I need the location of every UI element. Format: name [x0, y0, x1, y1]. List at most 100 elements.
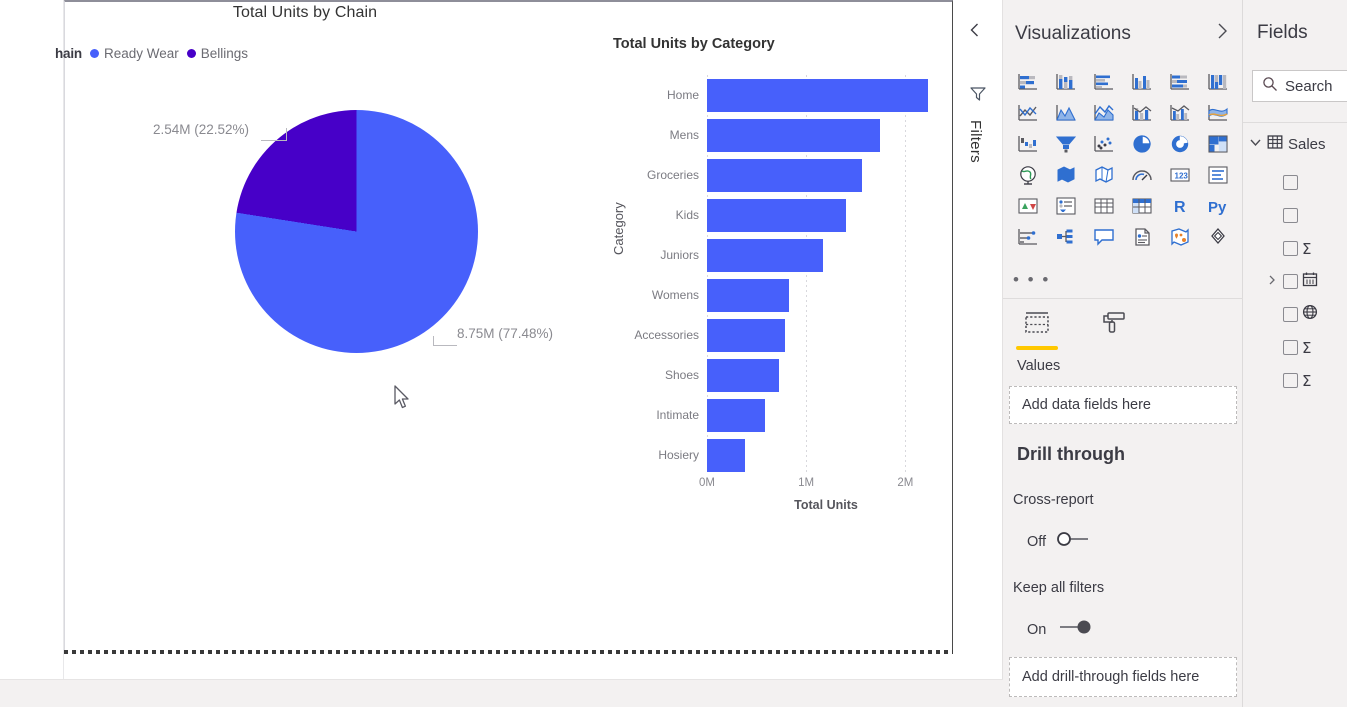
- bar-row[interactable]: Kids: [615, 195, 945, 235]
- visual-total-units-by-category[interactable]: Total Units by Category Category Home Men…: [545, 30, 955, 540]
- field-checkbox[interactable]: [1283, 274, 1298, 289]
- legend-item-bellings[interactable]: Bellings: [186, 46, 248, 61]
- card-icon[interactable]: 123: [1161, 159, 1199, 190]
- shape-map-icon[interactable]: [1085, 159, 1123, 190]
- field-list-item[interactable]: [1269, 265, 1347, 298]
- bar-fill[interactable]: [707, 199, 846, 232]
- clustered-bar-chart-icon[interactable]: [1085, 66, 1123, 97]
- filled-map-icon[interactable]: [1047, 159, 1085, 190]
- bar-fill[interactable]: [707, 319, 786, 352]
- 100-percent-stacked-bar-chart-icon[interactable]: [1161, 66, 1199, 97]
- funnel-chart-icon[interactable]: [1047, 128, 1085, 159]
- stacked-bar-chart-icon[interactable]: [1009, 66, 1047, 97]
- field-checkbox[interactable]: [1283, 340, 1298, 355]
- get-more-visuals-icon[interactable]: [1199, 221, 1237, 252]
- treemap-icon[interactable]: [1199, 128, 1237, 159]
- visualization-property-tabs[interactable]: [1009, 310, 1143, 350]
- bar-fill[interactable]: [707, 239, 824, 272]
- ribbon-chart-icon[interactable]: [1199, 97, 1237, 128]
- bar-row[interactable]: Hosiery: [615, 435, 945, 475]
- bar-row[interactable]: Accessories: [615, 315, 945, 355]
- bar-row[interactable]: Juniors: [615, 235, 945, 275]
- pie-chart-icon[interactable]: [1123, 128, 1161, 159]
- bar-row[interactable]: Intimate: [615, 395, 945, 435]
- field-list-item[interactable]: Σ: [1283, 364, 1347, 397]
- pie-chart-legend[interactable]: hain Ready Wear Bellings: [55, 46, 248, 61]
- line-and-stacked-column-chart-icon[interactable]: [1123, 97, 1161, 128]
- arcgis-map-icon[interactable]: [1161, 221, 1199, 252]
- bar-row[interactable]: Groceries: [615, 155, 945, 195]
- waterfall-chart-icon[interactable]: [1009, 128, 1047, 159]
- field-checkbox[interactable]: [1283, 307, 1298, 322]
- bar-chart-plot[interactable]: Home Mens Groceries Kids Juniors Womens Access…: [615, 75, 945, 515]
- bar-fill[interactable]: [707, 359, 780, 392]
- chevron-down-icon[interactable]: [1249, 136, 1262, 154]
- search-input[interactable]: Search: [1252, 70, 1347, 102]
- toggle-switch-off-icon[interactable]: [1054, 530, 1094, 553]
- field-checkbox[interactable]: [1283, 175, 1298, 190]
- tab-format[interactable]: [1087, 310, 1143, 350]
- bar-fill[interactable]: [707, 439, 745, 472]
- field-checkbox[interactable]: [1283, 208, 1298, 223]
- stacked-area-chart-icon[interactable]: [1085, 97, 1123, 128]
- clustered-column-chart-icon[interactable]: [1123, 66, 1161, 97]
- more-visuals-button[interactable]: • • •: [1013, 270, 1050, 290]
- keep-all-filters-toggle[interactable]: On: [1027, 618, 1094, 641]
- r-script-visual-icon[interactable]: R: [1161, 190, 1199, 221]
- map-icon[interactable]: [1009, 159, 1047, 190]
- visual-total-units-by-chain[interactable]: Total Units by Chain hain Ready Wear Bel…: [55, 4, 553, 504]
- slicer-icon[interactable]: [1047, 190, 1085, 221]
- area-chart-icon[interactable]: [1047, 97, 1085, 128]
- fields-list[interactable]: ΣΣΣ: [1269, 166, 1347, 397]
- report-canvas[interactable]: Total Units by Chain hain Ready Wear Bel…: [55, 0, 955, 656]
- drill-through-field-well[interactable]: Add drill-through fields here: [1009, 657, 1237, 697]
- kpi-icon[interactable]: [1009, 190, 1047, 221]
- table-icon[interactable]: [1085, 190, 1123, 221]
- field-list-item[interactable]: Σ: [1283, 232, 1347, 265]
- values-field-well[interactable]: Add data fields here: [1009, 386, 1237, 424]
- chevron-left-icon[interactable]: [967, 22, 983, 43]
- bar-row[interactable]: Home: [615, 75, 945, 115]
- key-influencers-icon[interactable]: [1009, 221, 1047, 252]
- field-checkbox[interactable]: [1283, 241, 1298, 256]
- chevron-right-icon[interactable]: [1266, 274, 1278, 289]
- paginated-report-icon[interactable]: [1123, 221, 1161, 252]
- bar-row[interactable]: Womens: [615, 275, 945, 315]
- decomposition-tree-icon[interactable]: [1047, 221, 1085, 252]
- gauge-icon[interactable]: [1123, 159, 1161, 190]
- line-chart-icon[interactable]: [1009, 97, 1047, 128]
- multi-row-card-icon[interactable]: [1199, 159, 1237, 190]
- field-list-item[interactable]: [1283, 298, 1347, 331]
- toggle-switch-on-icon[interactable]: [1054, 618, 1094, 641]
- bar-fill[interactable]: [707, 159, 862, 192]
- bar-track: [707, 275, 945, 315]
- line-and-clustered-column-chart-icon[interactable]: [1161, 97, 1199, 128]
- bar-row[interactable]: Mens: [615, 115, 945, 155]
- fields-table-sales[interactable]: Sales: [1249, 134, 1326, 155]
- tab-values[interactable]: [1009, 310, 1065, 350]
- stacked-column-chart-icon[interactable]: [1047, 66, 1085, 97]
- filters-pane-collapsed[interactable]: Filters: [955, 0, 1003, 679]
- 100-percent-stacked-column-chart-icon[interactable]: [1199, 66, 1237, 97]
- bar-fill[interactable]: [707, 119, 880, 152]
- scatter-chart-icon[interactable]: [1085, 128, 1123, 159]
- visualization-type-gallery[interactable]: 123 R Py: [1009, 66, 1237, 252]
- pie-chart-plot[interactable]: [235, 110, 478, 353]
- pie-slices[interactable]: [235, 110, 478, 353]
- field-list-item[interactable]: Σ: [1283, 331, 1347, 364]
- bar-fill[interactable]: [707, 79, 929, 112]
- chevron-right-icon[interactable]: [1214, 22, 1230, 45]
- python-visual-icon[interactable]: Py: [1199, 190, 1237, 221]
- field-checkbox[interactable]: [1283, 373, 1298, 388]
- donut-chart-icon[interactable]: [1161, 128, 1199, 159]
- filter-funnel-icon[interactable]: [969, 86, 987, 107]
- bar-fill[interactable]: [707, 279, 790, 312]
- bar-row[interactable]: Shoes: [615, 355, 945, 395]
- field-list-item[interactable]: [1283, 199, 1347, 232]
- qna-icon[interactable]: [1085, 221, 1123, 252]
- bar-fill[interactable]: [707, 399, 765, 432]
- field-list-item[interactable]: [1283, 166, 1347, 199]
- cross-report-toggle[interactable]: Off: [1027, 530, 1094, 553]
- matrix-icon[interactable]: [1123, 190, 1161, 221]
- legend-item-ready-wear[interactable]: Ready Wear: [89, 46, 179, 61]
